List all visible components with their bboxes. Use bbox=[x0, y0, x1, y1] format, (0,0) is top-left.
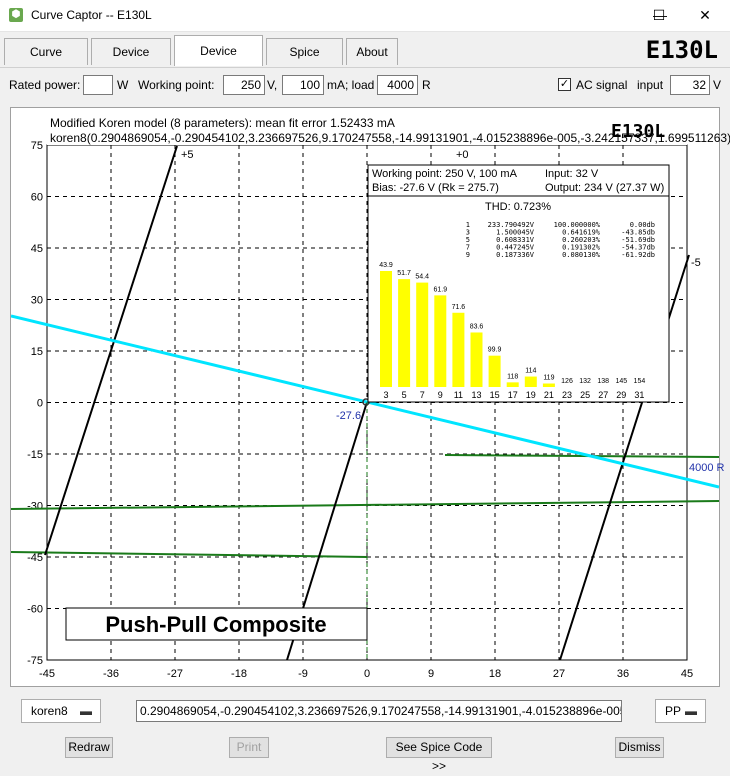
rated-power-unit: W bbox=[117, 78, 129, 92]
model-select-value: koren8 bbox=[31, 704, 68, 718]
input-label: input bbox=[637, 78, 664, 92]
see-spice-code-button[interactable]: See Spice Code >> bbox=[386, 737, 492, 773]
model-select[interactable]: koren8 ▬ bbox=[21, 699, 101, 723]
print-button[interactable]: Print bbox=[229, 737, 269, 758]
ac-signal-checkbox[interactable]: ✓ bbox=[558, 78, 571, 91]
model-params-field[interactable]: 0.2904869054,-0.290454102,3.236697526,9.… bbox=[136, 700, 622, 722]
title-bar: ⬢ Curve Captor -- E130L — bbox=[0, 0, 730, 32]
close-icon: ✕ bbox=[699, 7, 711, 23]
app-icon: ⬢ bbox=[9, 8, 23, 22]
input-unit: V bbox=[713, 78, 722, 92]
plot-frame bbox=[10, 107, 720, 687]
rated-power-input[interactable] bbox=[83, 75, 113, 95]
tab-bar: Curve Tracer Device Data Device Model Sp… bbox=[0, 32, 730, 88]
working-current-input[interactable]: 100 bbox=[282, 75, 324, 95]
load-input[interactable]: 4000 bbox=[377, 75, 418, 95]
load-unit: R bbox=[422, 78, 431, 92]
chevron-down-icon: ▬ bbox=[685, 704, 697, 718]
dismiss-button[interactable]: Dismiss bbox=[615, 737, 664, 758]
working-point-label: Working point: bbox=[138, 78, 215, 92]
mode-select[interactable]: PP ▬ bbox=[655, 699, 706, 723]
tab-device-data[interactable]: Device Data bbox=[91, 38, 171, 85]
voltage-unit: V, bbox=[267, 78, 278, 92]
working-voltage-input[interactable]: 250 bbox=[223, 75, 265, 95]
input-voltage-input[interactable]: 32 bbox=[670, 75, 710, 95]
tab-about[interactable]: About bbox=[346, 38, 398, 65]
ac-signal-label: AC signal bbox=[576, 78, 628, 92]
redraw-button[interactable]: Redraw bbox=[65, 737, 113, 758]
window-title: Curve Captor -- E130L bbox=[31, 8, 152, 22]
maximize-icon: ☐ bbox=[652, 7, 666, 23]
current-unit: mA; load bbox=[327, 78, 375, 92]
tab-device-model[interactable]: Device Model bbox=[174, 35, 263, 88]
rated-power-label: Rated power: bbox=[9, 78, 81, 92]
maximize-button[interactable]: ☐ bbox=[636, 0, 682, 32]
mode-select-value: PP bbox=[665, 704, 682, 718]
chevron-down-icon: ▬ bbox=[80, 704, 92, 718]
device-brand-label: E130L bbox=[645, 36, 718, 64]
close-button[interactable]: ✕ bbox=[682, 0, 728, 32]
tab-spice-code[interactable]: Spice Code bbox=[266, 38, 343, 85]
tab-curve-tracer[interactable]: Curve Tracer bbox=[4, 38, 88, 85]
